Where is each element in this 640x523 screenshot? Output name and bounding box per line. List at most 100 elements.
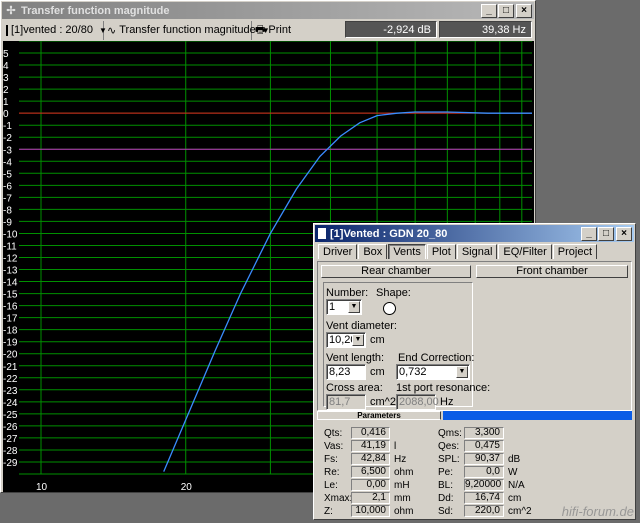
vent-length-unit: cm [370, 366, 385, 378]
param-unit: cm [508, 493, 522, 504]
param-unit: ohm [394, 506, 414, 517]
tab-signal[interactable]: Signal [456, 244, 498, 259]
param-name: Xmax: [324, 493, 353, 504]
app-icon: ✢ [6, 4, 16, 17]
tab-driver[interactable]: Driver [318, 244, 358, 259]
param-value: 42,84 [351, 453, 390, 465]
param-name: Z: [324, 506, 333, 517]
param-value: 3,300 [464, 427, 504, 439]
close-button[interactable]: × [616, 227, 632, 241]
y-tick-label: -16 [3, 302, 18, 313]
maximize-button[interactable]: □ [498, 4, 514, 18]
tab-plot[interactable]: Plot [426, 244, 456, 259]
param-value: 0,00 [351, 479, 390, 491]
y-tick-label: -23 [3, 386, 18, 397]
db-readout: -2,924 dB [345, 21, 437, 38]
watermark: hifi-forum.de [561, 504, 634, 519]
y-tick-label: 3 [3, 73, 9, 84]
vent-length-input[interactable]: 8,23 [326, 364, 366, 380]
main-toolbar: [1]vented : 20/80 ▼ ∿ Transfer function … [3, 20, 534, 40]
port-resonance-value: 2088,00 [396, 394, 439, 410]
y-tick-label: 5 [3, 49, 9, 60]
param-value: 16,74 [464, 492, 504, 504]
cross-area-value: 81,7 [326, 394, 366, 410]
end-correction-label: End Correction: [398, 352, 475, 364]
cross-area-label: Cross area: [326, 382, 383, 394]
param-value: 41,19 [351, 440, 390, 452]
y-tick-label: -2 [3, 133, 12, 144]
param-name: Qms: [438, 428, 462, 439]
param-value: 220,0 [464, 505, 504, 517]
close-button[interactable]: × [516, 4, 532, 18]
print-label: Print [268, 24, 292, 36]
hz-readout: 39,38 Hz [439, 21, 532, 38]
port-resonance-label: 1st port resonance: [396, 382, 491, 394]
y-tick-label: -20 [3, 350, 18, 361]
param-value: 9,20000 [464, 479, 504, 491]
port-resonance-unit: Hz [440, 396, 454, 408]
param-name: Le: [324, 480, 338, 491]
param-name: Qes: [438, 441, 460, 452]
y-tick-label: -9 [3, 217, 12, 228]
parameters-tab[interactable]: Parameters [317, 411, 441, 420]
minimize-button[interactable]: _ [581, 227, 597, 241]
number-label: Number: [326, 287, 369, 299]
main-window-title: Transfer function magnitude [21, 4, 170, 17]
y-tick-label: -27 [3, 434, 18, 445]
param-unit: dB [508, 454, 521, 465]
minimize-button[interactable]: _ [481, 4, 497, 18]
printer-icon: 🖶 [255, 23, 266, 36]
param-unit: W [508, 467, 518, 478]
end-correction-select[interactable]: 0,732 ▼ [396, 364, 470, 380]
vent-length-label: Vent length: [326, 352, 385, 364]
x-tick-label: 10 [36, 482, 48, 492]
chevron-down-icon: ▼ [352, 334, 364, 346]
box-titlebar[interactable]: [1]Vented : GDN 20_80 _ □ × [315, 225, 634, 242]
front-chamber-button[interactable]: Front chamber [476, 265, 628, 278]
param-name: Pe: [438, 467, 454, 478]
number-value: 1 [329, 301, 336, 313]
param-unit: l [394, 441, 397, 452]
y-tick-label: 4 [3, 61, 9, 72]
print-button[interactable]: 🖶 Print [252, 21, 298, 40]
y-tick-label: -25 [3, 410, 18, 421]
param-value: 0,475 [464, 440, 504, 452]
param-name: Qts: [324, 428, 343, 439]
tab-vents[interactable]: Vents [388, 244, 426, 259]
y-tick-label: 1 [3, 97, 9, 108]
main-titlebar[interactable]: ✢ Transfer function magnitude _ □ × [2, 2, 534, 19]
rear-chamber-group: Number: Shape: 1 ▼ Vent diameter: 10,20 … [323, 282, 490, 410]
tab-eq-filter[interactable]: EQ/Filter [498, 244, 552, 259]
box-select-dropdown[interactable]: [1]vented : 20/80 ▼ [3, 20, 107, 40]
y-tick-label: -17 [3, 314, 18, 325]
y-tick-label: -11 [3, 241, 17, 252]
param-value: 6,500 [351, 466, 390, 478]
wave-icon: ∿ [107, 24, 117, 37]
circle-shape-icon[interactable] [383, 302, 396, 315]
param-name: Fs: [324, 454, 338, 465]
tab-box[interactable]: Box [358, 244, 388, 259]
y-tick-label: -29 [3, 458, 18, 469]
end-correction-value: 0,732 [399, 366, 427, 378]
y-tick-label: -13 [3, 266, 18, 277]
vent-diameter-select[interactable]: 10,20 ▼ [326, 332, 366, 348]
y-tick-label: -3 [3, 145, 12, 156]
param-unit: mH [394, 480, 410, 491]
box-properties-window: [1]Vented : GDN 20_80 _ □ × Driver Box V… [313, 223, 636, 520]
parameters-bar: Parameters [317, 411, 632, 420]
shape-label: Shape: [376, 287, 411, 299]
tab-strip: Driver Box Vents Plot Signal EQ/Filter P… [318, 244, 598, 260]
box-select-value: [1]vented : 20/80 [11, 24, 93, 36]
tab-project[interactable]: Project [552, 244, 598, 259]
y-tick-label: -6 [3, 181, 12, 192]
y-tick-label: -7 [3, 193, 12, 204]
chevron-down-icon: ▼ [456, 366, 468, 378]
y-tick-label: -15 [3, 290, 18, 301]
rear-chamber-button[interactable]: Rear chamber [321, 265, 471, 278]
number-select[interactable]: 1 ▼ [326, 299, 362, 315]
y-tick-label: -24 [3, 398, 18, 409]
y-tick-label: 0 [3, 109, 9, 120]
maximize-button[interactable]: □ [598, 227, 614, 241]
y-tick-label: -8 [3, 205, 12, 216]
graph-select-dropdown[interactable]: ∿ Transfer function magnitude ▼ [104, 20, 270, 40]
